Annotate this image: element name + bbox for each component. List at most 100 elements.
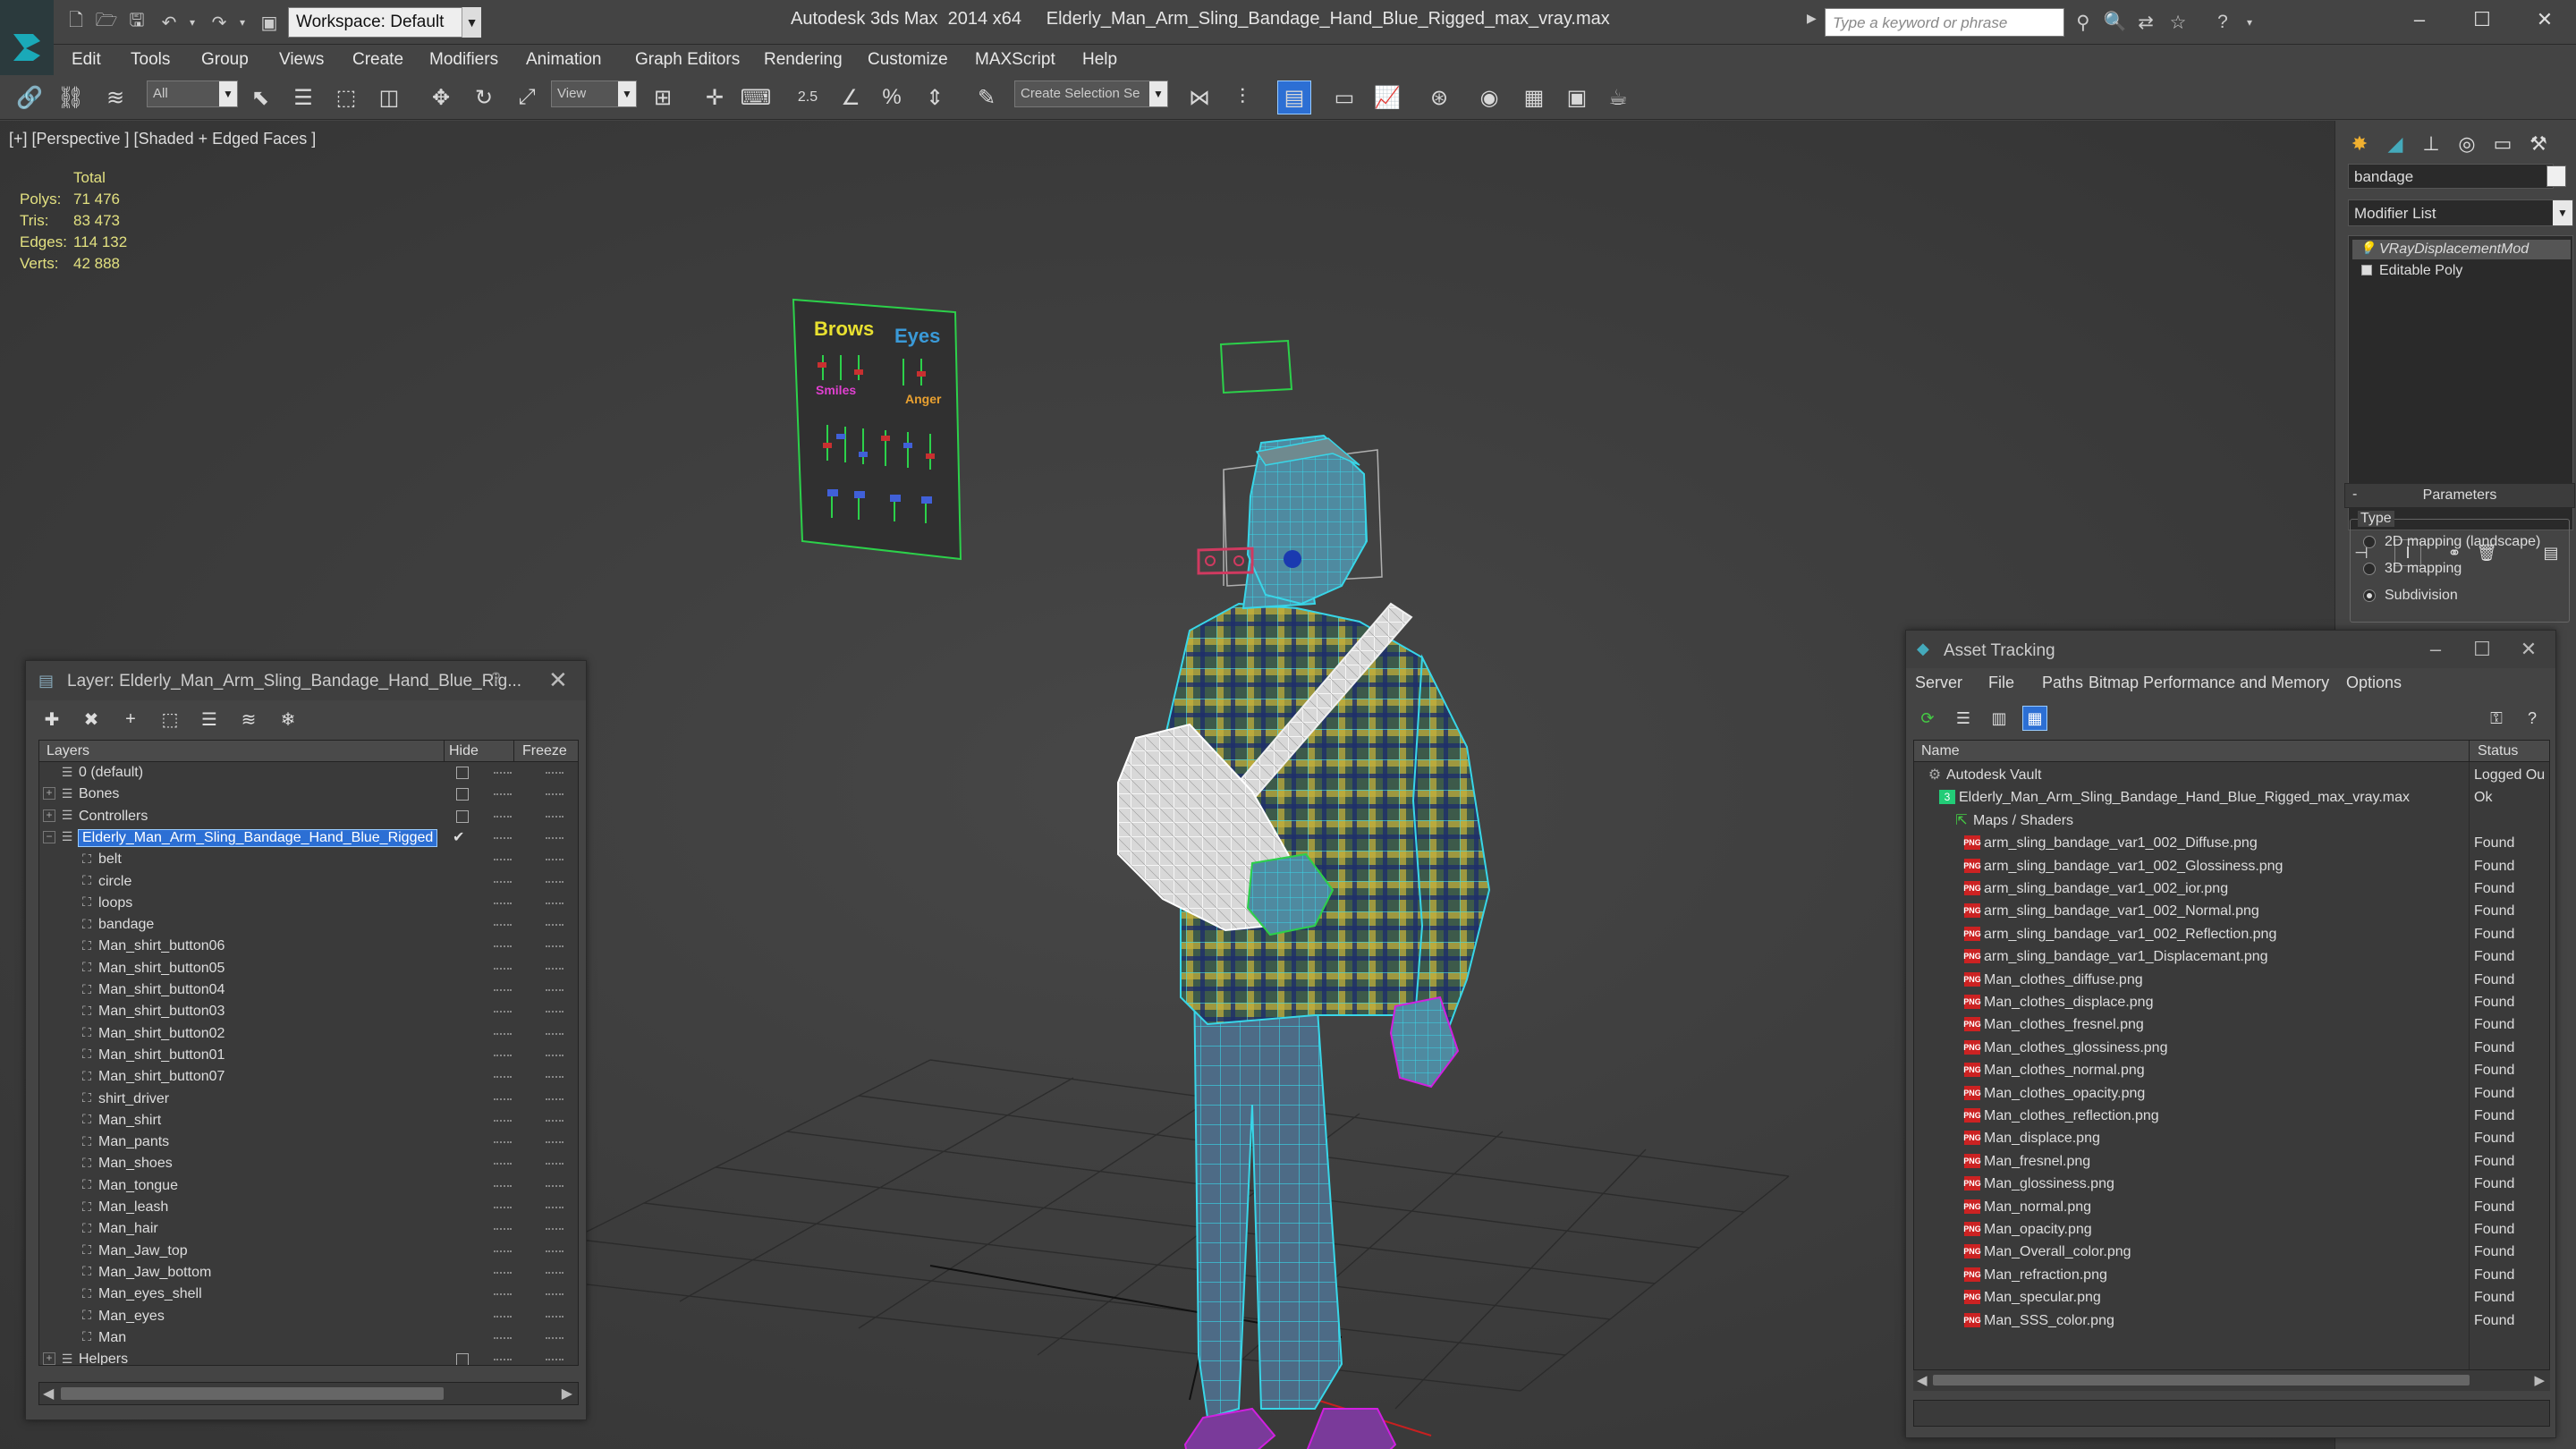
hide-toggle[interactable] — [494, 967, 512, 970]
viewport-label[interactable]: [+] [Perspective ] [Shaded + Edged Faces… — [9, 130, 316, 148]
hide-toggle[interactable] — [494, 1097, 512, 1100]
layer-name[interactable]: Man_shirt_button01 — [98, 1047, 225, 1063]
layer-name[interactable]: Helpers — [79, 1352, 128, 1365]
hide-checkbox[interactable] — [456, 788, 469, 801]
scroll-right-icon[interactable]: ▶ — [562, 1385, 572, 1402]
asset-row[interactable]: PNG Man_clothes_displace.png Found — [1914, 991, 2549, 1013]
layer-name[interactable]: Man_shirt_button05 — [98, 961, 225, 977]
scroll-right-icon[interactable]: ▶ — [2534, 1372, 2545, 1388]
communication-icon[interactable]: ⇄ — [2132, 9, 2159, 36]
list-view-icon[interactable]: ☰ — [1951, 706, 1976, 731]
menu-graph-editors[interactable]: Graph Editors — [635, 50, 740, 70]
freeze-toggle[interactable] — [546, 1315, 564, 1318]
layer-name[interactable]: Man_shirt_button04 — [98, 982, 225, 998]
radio-2d-mapping[interactable]: 2D mapping (landscape) — [2363, 534, 2540, 550]
asset-row[interactable]: ⚙ Autodesk Vault Logged Ou — [1914, 764, 2549, 786]
freeze-toggle[interactable] — [546, 880, 564, 883]
lightbulb-icon[interactable]: 💡 — [2360, 241, 2375, 256]
render-production-icon[interactable]: ☕ — [1601, 80, 1635, 114]
layer-name[interactable]: Man_leash — [98, 1199, 168, 1216]
new-file-icon[interactable]: 🗋 — [63, 9, 89, 36]
parameters-rollout-header[interactable]: - Parameters — [2344, 483, 2575, 508]
save-file-icon[interactable]: 🖫 — [123, 9, 150, 36]
modify-tab-icon[interactable]: ◢ — [2378, 128, 2412, 160]
display-tab-icon[interactable]: ▭ — [2486, 128, 2520, 160]
menu-maxscript[interactable]: MAXScript — [975, 50, 1055, 70]
edit-named-selection-icon[interactable]: ✎ — [970, 80, 1004, 114]
rectangular-selection-icon[interactable]: ⬚ — [329, 80, 363, 114]
layer-horizontal-scrollbar[interactable]: ◀ ▶ — [38, 1382, 579, 1405]
asset-menu-server[interactable]: Server — [1915, 674, 1962, 692]
rendered-frame-window-icon[interactable]: ▣ — [1560, 80, 1594, 114]
vault-login-icon[interactable]: ⚿ — [2484, 706, 2509, 731]
rotate-icon[interactable]: ↻ — [467, 80, 501, 114]
hide-toggle[interactable] — [494, 902, 512, 904]
layer-object-row[interactable]: ⛶ belt — [39, 849, 578, 870]
asset-menu-options[interactable]: Options — [2346, 674, 2402, 692]
freeze-toggle[interactable] — [546, 924, 564, 927]
layer-name[interactable]: Bones — [79, 786, 119, 802]
layer-object-row[interactable]: ⛶ Man_shirt_button06 — [39, 936, 578, 957]
mirror-icon[interactable]: ⋈ — [1182, 80, 1216, 114]
freeze-toggle[interactable] — [546, 1011, 564, 1013]
asset-row[interactable]: PNG arm_sling_bandage_var1_002_Diffuse.pn… — [1914, 832, 2549, 854]
select-and-link-icon[interactable]: 🔗 — [13, 80, 47, 114]
hide-toggle[interactable] — [494, 772, 512, 774]
menu-modifiers[interactable]: Modifiers — [429, 50, 498, 70]
layer-name[interactable]: Elderly_Man_Arm_Sling_Bandage_Hand_Blue_… — [77, 828, 438, 847]
layer-object-row[interactable]: ⛶ Man_pants — [39, 1131, 578, 1153]
asset-row[interactable]: PNG Man_refraction.png Found — [1914, 1264, 2549, 1286]
layer-object-row[interactable]: ⛶ Man_shirt_button01 — [39, 1045, 578, 1066]
menu-edit[interactable]: Edit — [72, 50, 101, 70]
freeze-toggle[interactable] — [546, 1163, 564, 1165]
snap-toggle-icon[interactable]: 2.5 — [791, 80, 825, 114]
stack-item-vraydisplacement[interactable]: 💡 VRayDisplacementMod — [2352, 240, 2571, 259]
asset-row[interactable]: PNG Man_clothes_opacity.png Found — [1914, 1082, 2549, 1105]
expand-toggle-icon[interactable]: + — [43, 1352, 55, 1365]
hide-toggle[interactable] — [494, 1359, 512, 1361]
column-freeze[interactable]: Freeze — [522, 743, 567, 759]
radio-button[interactable] — [2363, 589, 2376, 602]
hide-toggle[interactable] — [494, 924, 512, 927]
column-layers[interactable]: Layers — [47, 743, 89, 759]
layer-name[interactable]: 0 (default) — [79, 765, 143, 781]
hide-toggle[interactable] — [494, 793, 512, 796]
layer-name[interactable]: Man_shirt_button03 — [98, 1004, 225, 1020]
help-icon[interactable]: ? — [2520, 706, 2545, 731]
freeze-toggle[interactable] — [546, 1097, 564, 1100]
hide-toggle[interactable] — [494, 1228, 512, 1231]
layer-window-titlebar[interactable]: ▤ Layer: Elderly_Man_Arm_Sling_Bandage_H… — [26, 661, 586, 700]
hide-checkbox[interactable] — [456, 1353, 469, 1365]
asset-row[interactable]: PNG Man_displace.png Found — [1914, 1127, 2549, 1149]
workspace-select[interactable]: Workspace: Default — [288, 7, 481, 38]
asset-row[interactable]: PNG arm_sling_bandage_var1_002_ior.png Fou… — [1914, 877, 2549, 900]
scrollbar-thumb[interactable] — [61, 1387, 444, 1400]
layer-object-row[interactable]: ⛶ Man_shirt_button04 — [39, 979, 578, 1001]
thumbnail-view-icon[interactable]: ▥ — [1987, 706, 2012, 731]
select-object-icon[interactable]: ⬉ — [243, 80, 277, 114]
layer-object-row[interactable]: ⛶ Man_Jaw_top — [39, 1241, 578, 1262]
hide-toggle[interactable] — [494, 815, 512, 818]
asset-row[interactable]: PNG Man_opacity.png Found — [1914, 1218, 2549, 1241]
menu-create[interactable]: Create — [352, 50, 403, 70]
search-icon[interactable]: 🔍 — [2102, 9, 2129, 36]
layer-name[interactable]: Man — [98, 1330, 126, 1346]
menu-animation[interactable]: Animation — [526, 50, 602, 70]
create-layer-icon[interactable]: ✚ — [38, 706, 65, 733]
reference-coordinate-select[interactable]: View ▼ — [551, 80, 637, 107]
undo-dropdown-icon[interactable]: ▾ — [179, 9, 206, 36]
layer-name[interactable]: circle — [98, 874, 131, 890]
layer-name[interactable]: Man_eyes — [98, 1309, 165, 1325]
stack-item-editable-poly[interactable]: Editable Poly — [2352, 261, 2571, 281]
hide-toggle[interactable] — [494, 1032, 512, 1035]
freeze-toggle[interactable] — [546, 967, 564, 970]
layer-name[interactable]: Man_Jaw_top — [98, 1243, 188, 1259]
modifier-list-select[interactable]: Modifier List ▼ — [2348, 199, 2573, 226]
asset-row[interactable]: PNG arm_sling_bandage_var1_002_Normal.png… — [1914, 900, 2549, 922]
minimize-button[interactable]: – — [2418, 636, 2453, 663]
freeze-toggle[interactable] — [546, 1250, 564, 1252]
layer-name[interactable]: Man_shirt — [98, 1113, 161, 1129]
layer-name[interactable]: shirt_driver — [98, 1091, 169, 1107]
freeze-toggle[interactable] — [546, 1359, 564, 1361]
close-button[interactable]: ✕ — [2511, 636, 2546, 663]
